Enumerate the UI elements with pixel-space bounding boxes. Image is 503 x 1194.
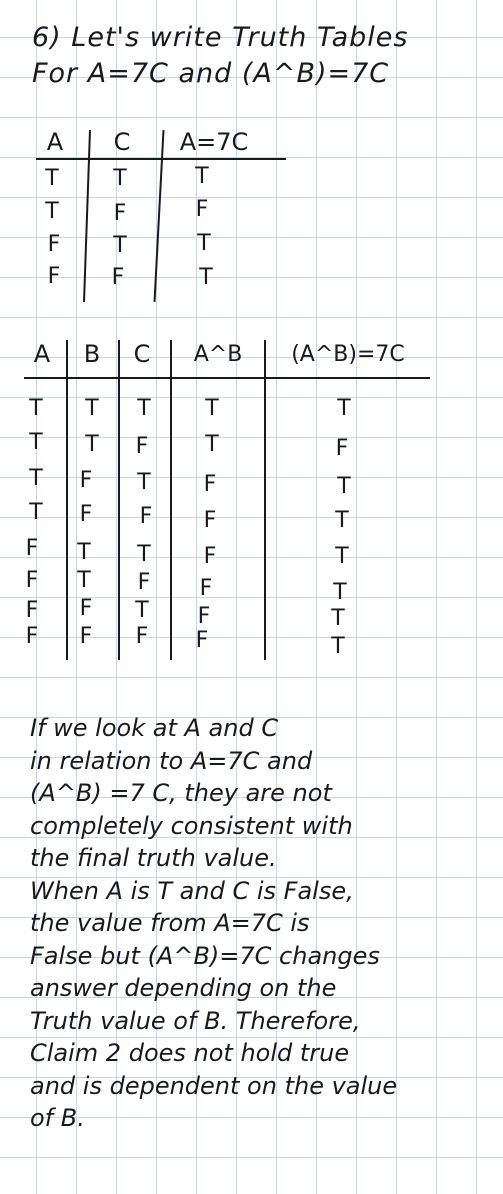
- explanation-line: When A is T and C is False,: [30, 876, 354, 905]
- table2-cell: T: [333, 580, 347, 605]
- table2-cell: F: [199, 576, 213, 601]
- explanation-line: and is dependent on the value: [30, 1071, 398, 1100]
- explanation-line: Claim 2 does not hold true: [30, 1039, 350, 1067]
- explanation-line: in relation to A=7C and: [30, 746, 313, 775]
- table2-cell: F: [25, 624, 39, 649]
- explanation-paragraph: If we look at A and C in relation to A=7…: [30, 712, 397, 1135]
- table2-cell: T: [29, 500, 43, 525]
- table2-cell: F: [135, 434, 149, 459]
- table2-cell: T: [135, 598, 149, 623]
- table2-header-a: A: [33, 340, 51, 368]
- table2-cell: F: [203, 472, 217, 497]
- table2-cell: F: [197, 604, 211, 629]
- table2-cell: F: [79, 468, 93, 493]
- table2-cell: T: [205, 432, 219, 457]
- table2-cell: F: [203, 508, 217, 533]
- truth-table-conjunction-implication: A B C A^B (A^B)=7C T T T T T T T F T F T…: [0, 0, 503, 680]
- explanation-line: (A^B) =7 C, they are not: [30, 779, 332, 807]
- table2-cell: F: [135, 624, 149, 649]
- table2-divider-4: [264, 340, 266, 660]
- explanation-line: completely consistent with: [30, 811, 353, 840]
- table2-cell: T: [77, 568, 91, 593]
- table2-cell: T: [335, 544, 349, 569]
- table2-cell: T: [85, 432, 99, 457]
- table2-header-underline: [24, 377, 430, 379]
- table2-cell: F: [25, 598, 39, 623]
- table2-cell: T: [85, 396, 99, 421]
- table2-cell: F: [139, 504, 153, 529]
- table2-cell: T: [29, 430, 43, 455]
- table2-cell: T: [205, 396, 219, 421]
- table2-header-c: C: [133, 340, 151, 368]
- table2-cell: F: [335, 436, 349, 461]
- table2-cell: F: [79, 596, 93, 621]
- explanation-line: the final truth value.: [30, 844, 277, 872]
- table2-cell: T: [77, 540, 91, 565]
- table2-cell: T: [337, 396, 351, 421]
- explanation-line: False but (A^B)=7C changes: [30, 941, 380, 970]
- table2-cell: T: [337, 474, 351, 499]
- table2-cell: T: [137, 542, 151, 567]
- table2-cell: F: [25, 568, 39, 593]
- table2-cell: F: [25, 536, 39, 561]
- explanation-line: of B.: [30, 1104, 85, 1132]
- table2-cell: F: [203, 544, 217, 569]
- explanation-line: answer depending on the: [30, 974, 337, 1002]
- table2-divider-2: [118, 340, 120, 660]
- table2-cell: T: [29, 396, 43, 421]
- table2-cell: T: [335, 508, 349, 533]
- table2-cell: T: [137, 396, 151, 421]
- table2-divider-1: [66, 340, 68, 660]
- table2-cell: F: [79, 624, 93, 649]
- table2-header-a-and-b: A^B: [193, 342, 243, 367]
- table2-header-b: B: [83, 340, 101, 368]
- table2-cell: F: [195, 628, 209, 653]
- table2-cell: T: [137, 470, 151, 495]
- explanation-line: Truth value of B. Therefore,: [30, 1006, 361, 1035]
- table2-cell: T: [331, 606, 345, 631]
- table2-cell: T: [331, 634, 345, 659]
- table2-cell: F: [137, 570, 151, 595]
- table2-header-a-and-b-implies-c: (A^B)=7C: [291, 342, 405, 367]
- table2-cell: F: [79, 502, 93, 527]
- table2-divider-3: [170, 340, 172, 660]
- explanation-line: If we look at A and C: [30, 714, 279, 742]
- explanation-line: the value from A=7C is: [30, 909, 310, 937]
- table2-cell: T: [29, 466, 43, 491]
